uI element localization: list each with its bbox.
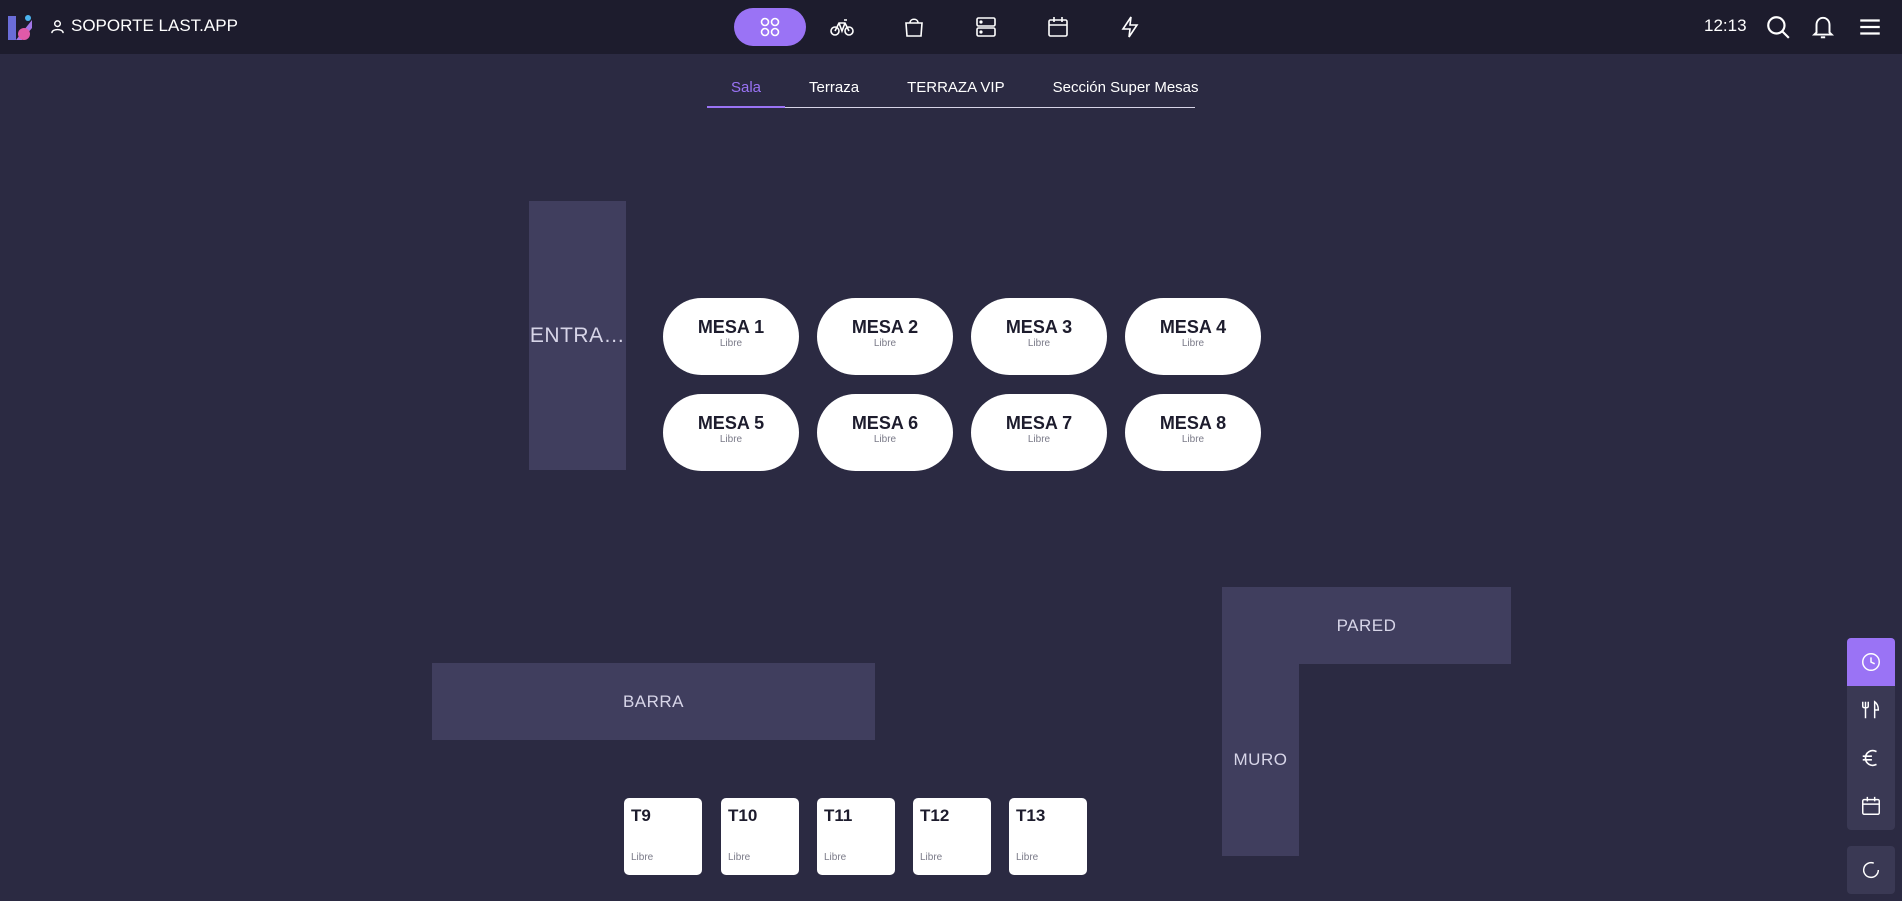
zone-wall-top: PARED (1222, 587, 1511, 664)
table-status: Libre (873, 338, 897, 349)
side-payments-button[interactable] (1847, 734, 1895, 782)
table-mesa-7[interactable]: MESA 7 Libre (971, 394, 1107, 471)
table-status: Libre (728, 852, 751, 863)
nav-orders-button[interactable] (950, 8, 1022, 46)
table-name: MESA 7 (1005, 413, 1073, 433)
side-action-panel (1847, 638, 1895, 830)
search-icon[interactable] (1765, 14, 1791, 40)
table-t13[interactable]: T13 Libre (1009, 798, 1087, 875)
table-name: MESA 3 (1005, 317, 1073, 337)
user-icon (51, 19, 64, 33)
table-name: T10 (728, 806, 758, 825)
table-name: T9 (631, 806, 651, 825)
nav-delivery-button[interactable] (806, 8, 878, 46)
table-name: MESA 2 (851, 317, 919, 337)
table-status: Libre (1181, 434, 1205, 445)
user-name: SOPORTE LAST.APP (71, 16, 238, 35)
euro-icon (1862, 749, 1877, 767)
table-t12[interactable]: T12 Libre (913, 798, 991, 875)
nav-takeaway-button[interactable] (878, 8, 950, 46)
current-time: 12:13 (1704, 16, 1747, 35)
table-status: Libre (1016, 852, 1039, 863)
main-nav (734, 8, 1166, 46)
table-status: Libre (631, 852, 654, 863)
cutlery-icon (1862, 700, 1880, 719)
table-name: MESA 5 (697, 413, 765, 433)
side-kitchen-button[interactable] (1847, 686, 1895, 734)
table-status: Libre (1027, 338, 1051, 349)
table-mesa-2[interactable]: MESA 2 Libre (817, 298, 953, 375)
table-mesa-1[interactable]: MESA 1 Libre (663, 298, 799, 375)
top-bar: SOPORTE LAST.APP 12:13 (0, 0, 1902, 54)
refresh-icon (1863, 861, 1880, 879)
table-name: MESA 4 (1159, 317, 1227, 337)
table-status: Libre (719, 434, 743, 445)
table-mesa-5[interactable]: MESA 5 Libre (663, 394, 799, 471)
tables-icon (760, 17, 780, 37)
last-app-logo[interactable] (6, 12, 36, 42)
room-tabs: Sala Terraza TERRAZA VIP Sección Super M… (707, 76, 1199, 108)
table-mesa-8[interactable]: MESA 8 Libre (1125, 394, 1261, 471)
calendar-icon (1862, 796, 1880, 815)
table-t10[interactable]: T10 Libre (721, 798, 799, 875)
nav-reservations-button[interactable] (1022, 8, 1094, 46)
table-name: T11 (824, 806, 853, 825)
tab-seccion-super-mesas[interactable]: Sección Super Mesas (1029, 76, 1223, 108)
bell-icon[interactable] (1810, 14, 1836, 40)
calendar-icon (1048, 17, 1068, 37)
refresh-button[interactable] (1847, 846, 1895, 894)
menu-icon[interactable] (1857, 14, 1883, 40)
table-status: Libre (824, 852, 847, 863)
bag-icon (905, 18, 923, 37)
table-name: T13 (1016, 806, 1046, 825)
refresh-panel (1847, 846, 1895, 894)
tab-terraza-vip[interactable]: TERRAZA VIP (883, 76, 1029, 108)
table-status: Libre (920, 852, 943, 863)
lightning-icon (1121, 16, 1139, 38)
table-t11[interactable]: T11 Libre (817, 798, 895, 875)
table-status: Libre (1027, 434, 1051, 445)
side-calendar-button[interactable] (1847, 782, 1895, 830)
table-name: MESA 6 (851, 413, 919, 433)
table-status: Libre (873, 434, 897, 445)
user-menu[interactable]: SOPORTE LAST.APP (50, 16, 238, 36)
table-name: MESA 8 (1159, 413, 1227, 433)
server-icon (976, 17, 996, 37)
table-status: Libre (1181, 338, 1205, 349)
bicycle-icon (830, 19, 854, 36)
side-history-button[interactable] (1847, 638, 1895, 686)
table-name: T12 (920, 806, 950, 825)
table-mesa-6[interactable]: MESA 6 Libre (817, 394, 953, 471)
nav-tables-button[interactable] (734, 8, 806, 46)
tab-terraza[interactable]: Terraza (785, 76, 883, 108)
zone-wall-side: MURO (1222, 664, 1299, 856)
tab-sala[interactable]: Sala (707, 76, 786, 108)
table-t9[interactable]: T9 Libre (624, 798, 702, 875)
table-mesa-3[interactable]: MESA 3 Libre (971, 298, 1107, 375)
table-status: Libre (719, 338, 743, 349)
clock-icon (1862, 653, 1880, 671)
zone-entrance: ENTRA… (529, 201, 626, 470)
table-name: MESA 1 (697, 317, 765, 337)
table-mesa-4[interactable]: MESA 4 Libre (1125, 298, 1261, 375)
zone-bar: BARRA (432, 663, 875, 740)
nav-quick-button[interactable] (1094, 8, 1166, 46)
